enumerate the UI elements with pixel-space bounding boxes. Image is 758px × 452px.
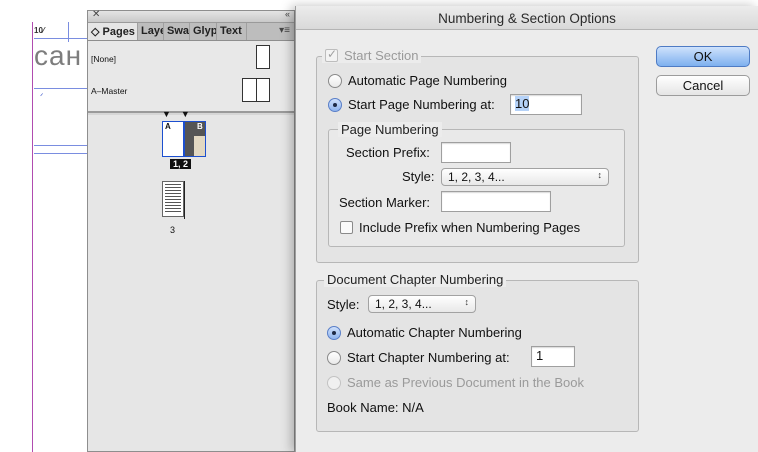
automatic-page-numbering-option[interactable]: Automatic Page Numbering xyxy=(328,73,507,88)
start-page-numbering-radio[interactable] xyxy=(328,97,342,112)
master-none[interactable]: [None] xyxy=(88,43,294,73)
select-arrows-icon: ↕ xyxy=(464,297,470,307)
tab-layers[interactable]: Laye xyxy=(138,23,164,40)
guide-line xyxy=(34,88,88,89)
master-a[interactable]: A–Master xyxy=(88,75,294,105)
tab-swatches[interactable]: Swa xyxy=(164,23,190,40)
guide-line xyxy=(34,145,88,146)
page-1-thumbnail[interactable]: A xyxy=(162,121,184,157)
text-anchor-marker: ᐟ xyxy=(40,92,44,101)
master-thumbnail xyxy=(256,45,270,69)
start-chapter-numbering-radio[interactable] xyxy=(327,350,341,365)
page-text-lines xyxy=(165,184,181,212)
same-as-previous-label: Same as Previous Document in the Book xyxy=(347,375,585,390)
chapter-style-value: 1, 2, 3, 4... xyxy=(375,297,432,311)
same-as-previous-option[interactable]: Same as Previous Document in the Book xyxy=(327,375,584,390)
panel-menu-icon[interactable]: ▾≡ xyxy=(279,25,290,36)
automatic-page-numbering-label: Automatic Page Numbering xyxy=(348,73,507,88)
page-numbering-legend: Page Numbering xyxy=(338,122,442,137)
same-as-previous-radio[interactable] xyxy=(327,375,341,390)
automatic-chapter-numbering-option[interactable]: Automatic Chapter Numbering xyxy=(327,325,522,340)
start-section-checkbox-row[interactable]: Start Section xyxy=(322,47,422,63)
ok-button[interactable]: OK xyxy=(656,46,750,67)
spread-markers: ▼▼ xyxy=(162,109,200,119)
automatic-chapter-numbering-radio[interactable] xyxy=(327,325,341,340)
book-name-text: Book Name: N/A xyxy=(327,400,424,415)
tab-text-wrap[interactable]: Text xyxy=(217,23,247,40)
select-arrows-icon: ↕ xyxy=(597,170,603,180)
automatic-chapter-numbering-label: Automatic Chapter Numbering xyxy=(347,325,522,340)
page-master-letter: B xyxy=(197,122,203,131)
master-thumbnail xyxy=(242,78,270,102)
masters-section: [None] A–Master xyxy=(88,41,294,113)
page-3-label: 3 xyxy=(170,225,176,235)
include-prefix-option[interactable]: Include Prefix when Numbering Pages xyxy=(340,220,580,235)
pages-section: ▼▼ A B 1, 2 3 xyxy=(88,109,294,451)
section-marker-input[interactable] xyxy=(441,191,551,212)
include-prefix-checkbox[interactable] xyxy=(340,221,353,234)
spread-1-2-thumbnail[interactable]: A B xyxy=(162,121,208,157)
start-chapter-numbering-option[interactable]: Start Chapter Numbering at: xyxy=(327,350,510,365)
page-spine xyxy=(184,181,185,219)
start-section-label: Start Section xyxy=(344,48,419,63)
numbering-section-dialog: Numbering & Section Options Start Sectio… xyxy=(295,6,758,452)
section-marker-label: Section Marker: xyxy=(339,195,431,210)
start-chapter-number-input[interactable]: 1 xyxy=(531,346,575,367)
start-page-number-input[interactable]: 10 xyxy=(510,94,582,115)
chapter-style-select[interactable]: 1, 2, 3, 4... ↕ xyxy=(368,295,476,313)
start-section-checkbox[interactable] xyxy=(325,47,338,62)
start-page-numbering-label: Start Page Numbering at: xyxy=(348,97,495,112)
start-page-numbering-option[interactable]: Start Page Numbering at: xyxy=(328,97,495,112)
page-style-select[interactable]: 1, 2, 3, 4... ↕ xyxy=(441,168,609,186)
start-page-number-value: 10 xyxy=(515,96,530,111)
pages-panel: ✕ « ◇ Pages Laye Swa Glyp Text ▾≡ [None]… xyxy=(87,9,295,452)
guide-line xyxy=(34,38,88,39)
close-icon[interactable]: ✕ xyxy=(92,9,100,20)
document-page-edge xyxy=(32,22,92,452)
start-chapter-numbering-label: Start Chapter Numbering at: xyxy=(347,350,510,365)
section-prefix-input[interactable] xyxy=(441,142,511,163)
panel-titlebar[interactable]: ✕ « xyxy=(88,9,294,23)
chapter-numbering-legend: Document Chapter Numbering xyxy=(324,272,507,287)
document-heading-fragment: сан xyxy=(34,40,83,71)
page-image-thumbnail xyxy=(194,136,205,156)
section-prefix-label: Section Prefix: xyxy=(346,145,430,160)
cancel-button[interactable]: Cancel xyxy=(656,75,750,96)
spread-label: 1, 2 xyxy=(170,159,192,169)
tab-pages[interactable]: ◇ Pages xyxy=(88,23,138,40)
guide-line xyxy=(34,153,88,154)
page-master-letter: A xyxy=(165,122,171,131)
page-2-thumbnail[interactable]: B xyxy=(184,121,206,157)
include-prefix-label: Include Prefix when Numbering Pages xyxy=(359,220,581,235)
page-style-value: 1, 2, 3, 4... xyxy=(448,170,505,184)
page-style-label: Style: xyxy=(402,169,435,184)
master-label: [None] xyxy=(91,54,117,64)
master-label: A–Master xyxy=(91,86,128,96)
panel-tabs: ◇ Pages Laye Swa Glyp Text ▾≡ xyxy=(88,23,294,41)
automatic-page-numbering-radio[interactable] xyxy=(328,73,342,88)
tab-glyphs[interactable]: Glyp xyxy=(190,23,217,40)
collapse-icon[interactable]: « xyxy=(285,9,290,19)
guide-line xyxy=(68,22,69,42)
page-3-thumbnail[interactable] xyxy=(162,181,184,217)
page-number-text: 10⁄ xyxy=(34,26,45,35)
chapter-style-label: Style: xyxy=(327,297,360,312)
dialog-title: Numbering & Section Options xyxy=(296,6,758,30)
